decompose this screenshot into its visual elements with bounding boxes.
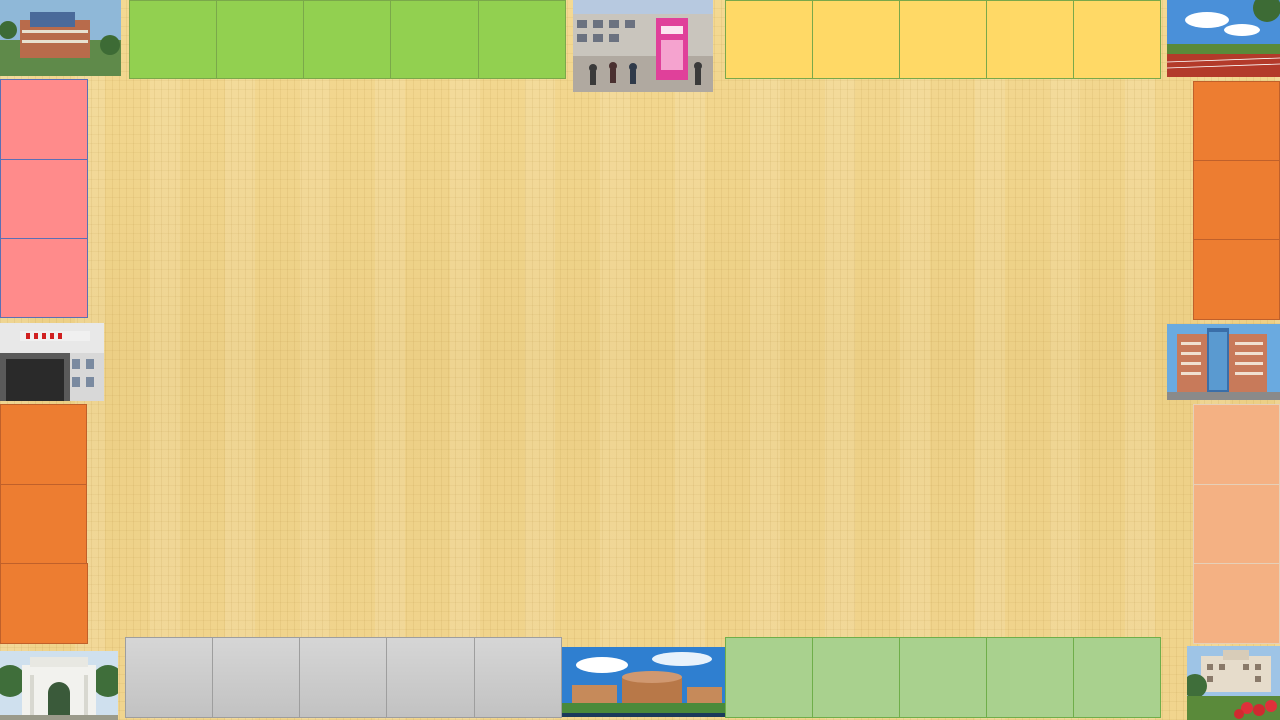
corner-photo-top-left[interactable] <box>0 0 121 76</box>
property-cell-orange-right-3[interactable] <box>1193 239 1280 320</box>
property-cell-grey-3[interactable] <box>299 637 387 718</box>
property-cell-lightgreen-3[interactable] <box>899 637 987 718</box>
property-cell-orange-right-1[interactable] <box>1193 81 1280 161</box>
library-panorama-image <box>562 647 727 717</box>
property-cell-yellow-2[interactable] <box>812 0 900 79</box>
glass-office-tower-image <box>1167 324 1280 400</box>
administration-building-image <box>1187 646 1280 720</box>
game-board <box>0 0 1280 720</box>
property-cell-salmon-3[interactable] <box>1193 563 1280 644</box>
property-cell-yellow-4[interactable] <box>986 0 1074 79</box>
property-cell-grey-4[interactable] <box>386 637 475 718</box>
property-cell-grey-5[interactable] <box>474 637 562 718</box>
property-cell-lightgreen-5[interactable] <box>1073 637 1161 718</box>
courtyard-poster-image <box>573 0 713 92</box>
stone-gate-image <box>0 651 118 720</box>
property-cell-orange-right-2[interactable] <box>1193 160 1280 240</box>
property-cell-green-3[interactable] <box>303 0 391 79</box>
corner-photo-bottom-right[interactable] <box>1187 646 1280 720</box>
corner-photo-bottom-left[interactable] <box>0 651 118 720</box>
property-cell-green-5[interactable] <box>478 0 566 79</box>
property-cell-lightgreen-1[interactable] <box>725 637 813 718</box>
photo-right-middle[interactable] <box>1167 324 1280 400</box>
property-cell-orange-left-2[interactable] <box>0 484 87 564</box>
property-cell-green-2[interactable] <box>216 0 304 79</box>
campus-building-aerial-image <box>0 0 121 76</box>
property-cell-orange-left-3[interactable] <box>0 563 88 644</box>
property-cell-green-1[interactable] <box>129 0 217 79</box>
property-cell-lightgreen-2[interactable] <box>812 637 900 718</box>
property-cell-pink-1[interactable] <box>0 79 88 160</box>
property-cell-pink-3[interactable] <box>0 238 88 318</box>
property-cell-yellow-3[interactable] <box>899 0 987 79</box>
property-cell-salmon-2[interactable] <box>1193 484 1280 564</box>
property-cell-grey-1[interactable] <box>125 637 213 718</box>
sports-track-image <box>1167 0 1280 77</box>
hospital-building-image <box>0 323 104 401</box>
property-cell-salmon-1[interactable] <box>1193 404 1280 485</box>
photo-top-middle[interactable] <box>573 0 713 92</box>
property-cell-yellow-5[interactable] <box>1073 0 1161 79</box>
property-cell-pink-2[interactable] <box>0 159 88 239</box>
property-cell-grey-2[interactable] <box>212 637 300 718</box>
corner-photo-top-right[interactable] <box>1167 0 1280 77</box>
property-cell-green-4[interactable] <box>390 0 479 79</box>
photo-bottom-middle[interactable] <box>562 647 727 717</box>
property-cell-orange-left-1[interactable] <box>0 404 87 485</box>
photo-left-middle[interactable] <box>0 323 104 401</box>
property-cell-lightgreen-4[interactable] <box>986 637 1074 718</box>
property-cell-yellow-1[interactable] <box>725 0 813 79</box>
